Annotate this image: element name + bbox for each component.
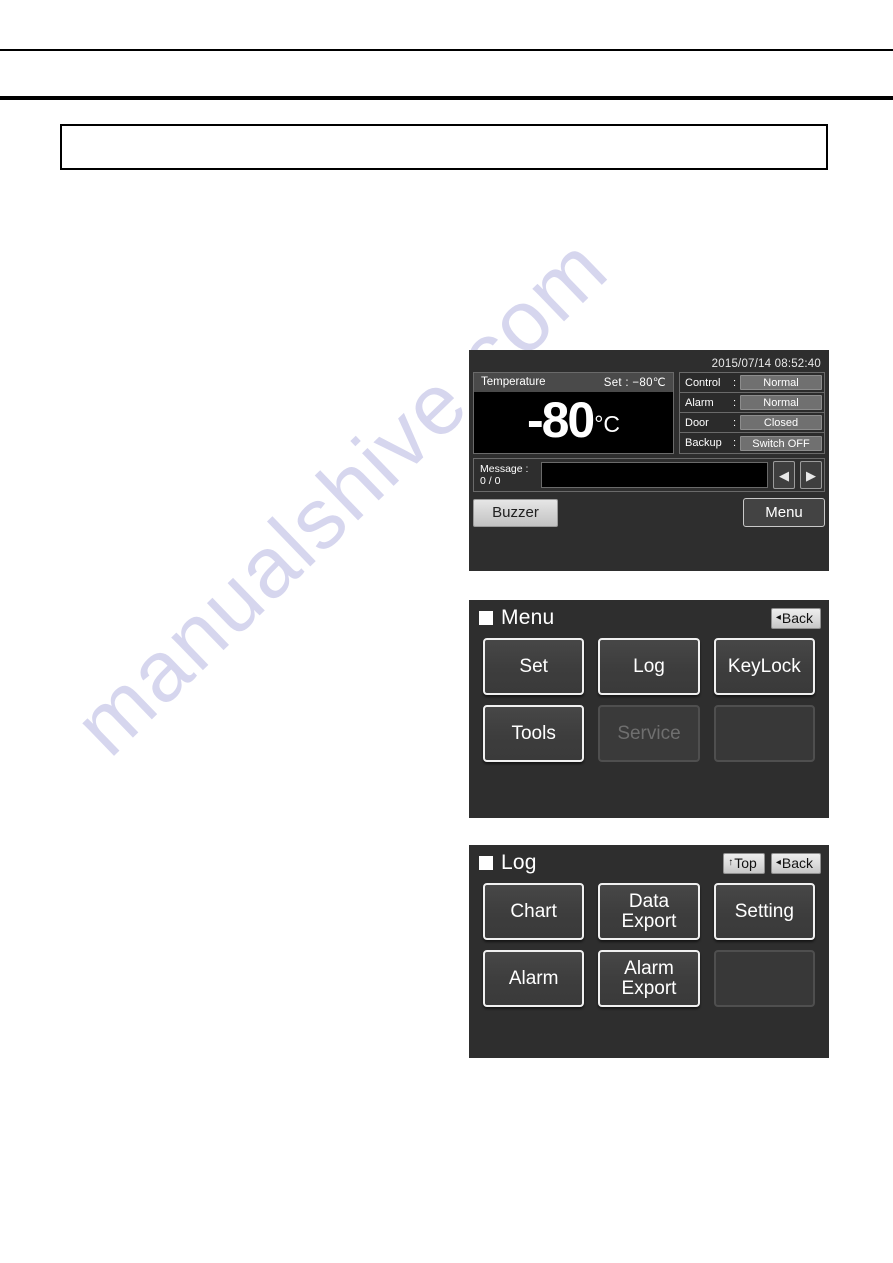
message-label-text: Message : <box>480 463 529 475</box>
menu-button-log[interactable]: Log <box>598 638 700 695</box>
main-bottom-row: Buzzer Menu <box>473 498 825 527</box>
main-operation-screen: 2015/07/14 08:52:40 Temperature Set : −8… <box>469 350 829 571</box>
status-label-backup: Backup <box>685 437 722 449</box>
log-button-alarm-export[interactable]: Alarm Export <box>598 950 700 1007</box>
menu-back-label: Back <box>781 610 813 626</box>
arrow-left-icon: ◀ <box>779 467 789 483</box>
temperature-display: Temperature Set : −80℃ -80 °C <box>473 372 674 454</box>
status-colon: : <box>732 396 737 409</box>
status-colon: : <box>732 437 737 449</box>
log-button-setting[interactable]: Setting <box>713 883 815 940</box>
screen-marker-icon <box>479 611 493 625</box>
setpoint-value: −80℃ <box>632 377 666 389</box>
log-button-grid: Chart Data Export Setting Alarm Alarm Ex… <box>469 881 829 1019</box>
temperature-unit: °C <box>594 410 621 437</box>
log-button-empty <box>713 950 815 1007</box>
menu-button-tools[interactable]: Tools <box>483 705 585 762</box>
chevron-left-icon: ◂ <box>775 612 781 623</box>
log-top-label: Top <box>734 855 757 871</box>
menu-button-keylock[interactable]: KeyLock <box>713 638 815 695</box>
log-button-alarm[interactable]: Alarm <box>483 950 585 1007</box>
message-next-button[interactable]: ▶ <box>800 461 822 489</box>
log-screen: Log ↑ Top ◂ Back Chart Data Export Setti… <box>469 845 829 1058</box>
status-row: Door : Closed <box>680 413 824 433</box>
status-row: Control : Normal <box>680 373 824 393</box>
menu-button[interactable]: Menu <box>743 498 825 527</box>
header-rule-thin <box>0 49 893 51</box>
menu-button-empty <box>713 705 815 762</box>
clock-row: 2015/07/14 08:52:40 <box>473 354 825 370</box>
status-row: Backup : Switch OFF <box>680 433 824 453</box>
log-button-chart[interactable]: Chart <box>483 883 585 940</box>
status-value-backup: Switch OFF <box>740 435 822 451</box>
log-back-label: Back <box>781 855 813 871</box>
screen-marker-icon <box>479 856 493 870</box>
menu-button-grid: Set Log KeyLock Tools Service <box>469 636 829 774</box>
note-box <box>60 124 828 170</box>
menu-title-bar: Menu ◂ Back <box>469 600 829 636</box>
log-top-button[interactable]: ↑ Top <box>723 852 765 874</box>
status-value-alarm: Normal <box>740 395 822 410</box>
menu-back-button[interactable]: ◂ Back <box>770 607 821 629</box>
log-screen-title: Log <box>501 851 537 874</box>
status-label-control: Control <box>685 376 721 389</box>
arrow-right-icon: ▶ <box>806 467 816 483</box>
status-label-alarm: Alarm <box>685 396 714 409</box>
arrow-up-icon: ↑ <box>728 857 734 868</box>
message-field <box>541 462 768 488</box>
log-back-button[interactable]: ◂ Back <box>770 852 821 874</box>
message-bar: Message : 0 / 0 ◀ ▶ <box>473 458 825 492</box>
temperature-header: Temperature Set : −80℃ <box>474 373 673 392</box>
menu-screen: Menu ◂ Back Set Log KeyLock Tools Servic… <box>469 600 829 818</box>
temperature-setpoint: Set : −80℃ <box>604 375 666 389</box>
log-title-bar: Log ↑ Top ◂ Back <box>469 845 829 881</box>
page-header-text <box>0 52 893 94</box>
note-box-text <box>62 126 826 138</box>
status-colon: : <box>732 376 737 389</box>
status-value-door: Closed <box>740 415 822 430</box>
menu-button-set[interactable]: Set <box>483 638 585 695</box>
log-button-data-export[interactable]: Data Export <box>598 883 700 940</box>
status-panel: Control : Normal Alarm : Normal Door : C… <box>679 372 825 454</box>
status-row: Alarm : Normal <box>680 393 824 413</box>
setpoint-label: Set : <box>603 377 629 389</box>
main-body: Temperature Set : −80℃ -80 °C Control : … <box>473 372 825 454</box>
message-label: Message : 0 / 0 <box>476 463 538 487</box>
temperature-value-area: -80 °C <box>474 392 673 448</box>
status-value-control: Normal <box>740 375 822 390</box>
temperature-value: -80 <box>526 392 595 448</box>
status-colon: : <box>732 416 737 429</box>
temperature-label: Temperature <box>481 376 546 388</box>
status-label-door: Door <box>685 416 709 429</box>
chevron-left-icon: ◂ <box>775 857 781 868</box>
menu-button-service: Service <box>598 705 700 762</box>
menu-screen-title: Menu <box>501 606 555 629</box>
header-rule-thick <box>0 96 893 100</box>
buzzer-button[interactable]: Buzzer <box>473 498 558 527</box>
message-prev-button[interactable]: ◀ <box>773 461 795 489</box>
message-count: 0 / 0 <box>480 475 501 487</box>
clock-text: 2015/07/14 08:52:40 <box>711 358 821 370</box>
